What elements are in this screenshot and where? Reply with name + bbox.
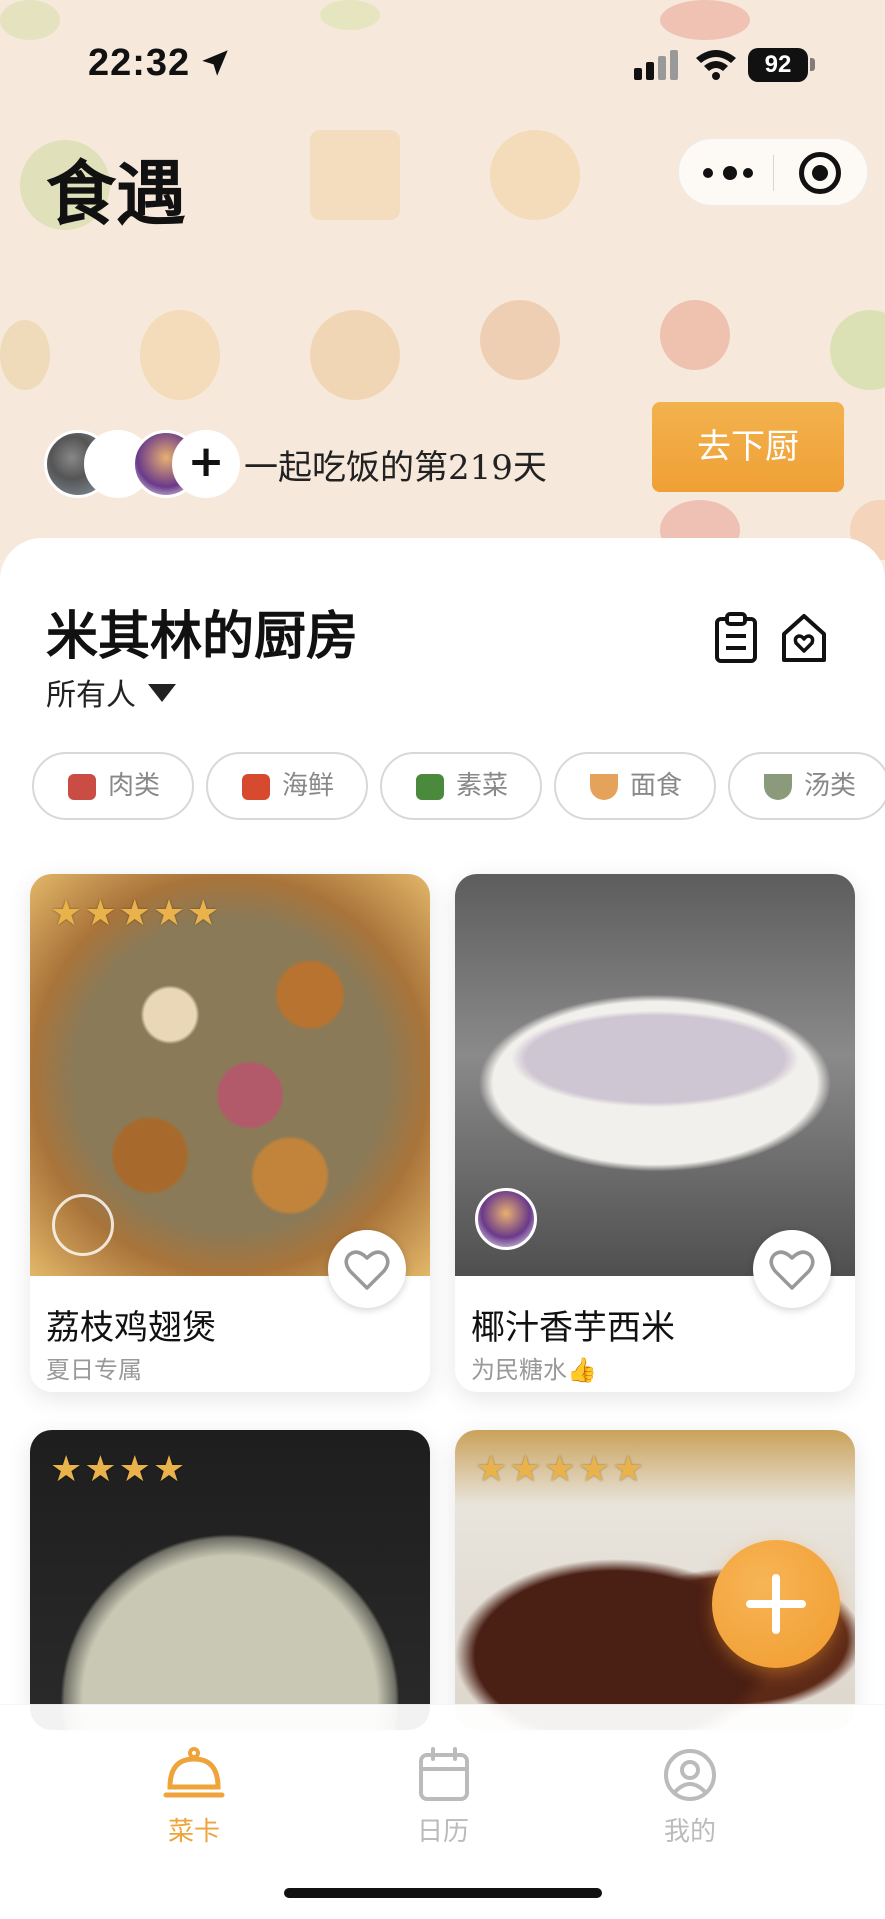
star-icon: ★ [50, 1449, 83, 1490]
tab-label: 我的 [663, 1817, 716, 1847]
star-icon: ★ [84, 893, 117, 934]
recipe-card[interactable]: ★★★★★ 荔枝鸡翅煲 夏日专属 [30, 874, 430, 1392]
miniprogram-capsule [678, 138, 868, 206]
food-pattern-icon [310, 310, 400, 400]
star-icon: ★ [612, 1449, 645, 1490]
days-together-text: 一起吃饭的第219天 [244, 448, 547, 488]
dot-icon [723, 166, 737, 180]
location-arrow-icon [202, 50, 228, 76]
recipe-name: 荔枝鸡翅煲 [46, 1308, 216, 1348]
soup-bowl-icon [764, 774, 792, 800]
food-pattern-icon [660, 300, 730, 370]
category-chip-noodles[interactable]: 面食 [554, 752, 716, 820]
caret-down-icon[interactable] [148, 684, 176, 702]
category-chip-meat[interactable]: 肉类 [32, 752, 194, 820]
service-bell-icon [163, 1747, 225, 1798]
recipe-name: 椰汁香芋西米 [471, 1308, 675, 1348]
calendar-icon [419, 1747, 469, 1801]
star-icon: ★ [509, 1449, 542, 1490]
star-icon: ★ [152, 1449, 186, 1490]
app-title: 食遇 [46, 152, 186, 235]
recipe-card[interactable]: ★★★★ [30, 1430, 430, 1730]
star-icon: ★ [475, 1449, 508, 1490]
category-filter-row: 肉类 海鲜 素菜 面食 汤类 [32, 752, 885, 820]
profile-icon [664, 1749, 716, 1801]
food-pattern-icon [830, 310, 885, 390]
member-avatars[interactable]: + [44, 430, 244, 500]
star-icon: ★ [577, 1449, 611, 1490]
tab-label: 菜卡 [167, 1817, 220, 1847]
food-pattern-icon [660, 0, 750, 40]
category-chip-soup[interactable]: 汤类 [728, 752, 885, 820]
food-pattern-icon [0, 320, 50, 390]
heart-icon [769, 1250, 815, 1290]
clipboard-icon[interactable] [714, 612, 758, 664]
add-recipe-button[interactable] [712, 1540, 840, 1668]
home-indicator[interactable] [284, 1888, 602, 1898]
star-icon: ★ [118, 1449, 151, 1490]
wifi-icon [696, 50, 736, 80]
more-options-button[interactable] [701, 155, 757, 191]
cellular-signal-icon [634, 50, 678, 80]
status-time: 22:32 [88, 42, 191, 84]
star-icon: ★ [118, 893, 151, 934]
food-pattern-icon [320, 0, 380, 30]
recipe-card[interactable]: 椰汁香芋西米 为民糖水👍 [455, 874, 855, 1392]
house-heart-icon[interactable] [780, 612, 828, 664]
star-icon: ★ [50, 893, 83, 934]
food-pattern-icon [490, 130, 580, 220]
avatar[interactable] [475, 1188, 537, 1250]
add-member-button[interactable]: + [172, 430, 240, 498]
favorite-button[interactable] [753, 1230, 831, 1308]
favorite-button[interactable] [328, 1230, 406, 1308]
kitchen-title: 米其林的厨房 [46, 607, 359, 667]
category-chip-vegetable[interactable]: 素菜 [380, 752, 542, 820]
battery-indicator: 92 [748, 48, 808, 82]
star-icon: ★ [543, 1449, 576, 1490]
battery-tip [810, 58, 815, 71]
tab-profile[interactable]: 我的 [630, 1743, 750, 1853]
heart-icon [344, 1250, 390, 1290]
tab-menu-cards[interactable]: 菜卡 [134, 1743, 254, 1853]
food-pattern-icon [140, 310, 220, 400]
meat-icon [68, 774, 96, 800]
dot-icon [743, 168, 753, 178]
food-pattern-icon [0, 0, 60, 40]
lobster-icon [242, 774, 270, 800]
tab-label: 日历 [416, 1817, 469, 1847]
go-cook-button[interactable]: 去下厨 [652, 402, 844, 492]
rating-stars: ★★★★★ [50, 896, 221, 932]
owner-filter[interactable]: 所有人 [46, 670, 136, 714]
tab-calendar[interactable]: 日历 [383, 1743, 503, 1853]
recipe-subtitle: 为民糖水👍 [471, 1356, 597, 1384]
star-icon: ★ [187, 893, 220, 934]
leafy-greens-icon [416, 774, 444, 800]
star-icon: ★ [152, 893, 186, 934]
capsule-divider [773, 155, 774, 191]
dot-icon [703, 168, 713, 178]
star-icon: ★ [84, 1449, 117, 1490]
rating-stars: ★★★★ [50, 1452, 187, 1488]
close-miniprogram-button[interactable] [799, 152, 841, 194]
avatar[interactable] [52, 1194, 114, 1256]
rating-stars: ★★★★★ [475, 1452, 646, 1488]
food-pattern-icon [310, 130, 400, 220]
food-pattern-icon [480, 300, 560, 380]
recipe-subtitle: 夏日专属 [46, 1356, 142, 1384]
noodle-bowl-icon [590, 774, 618, 800]
category-chip-seafood[interactable]: 海鲜 [206, 752, 368, 820]
tab-bar: 菜卡 日历 我的 [0, 1704, 885, 1919]
